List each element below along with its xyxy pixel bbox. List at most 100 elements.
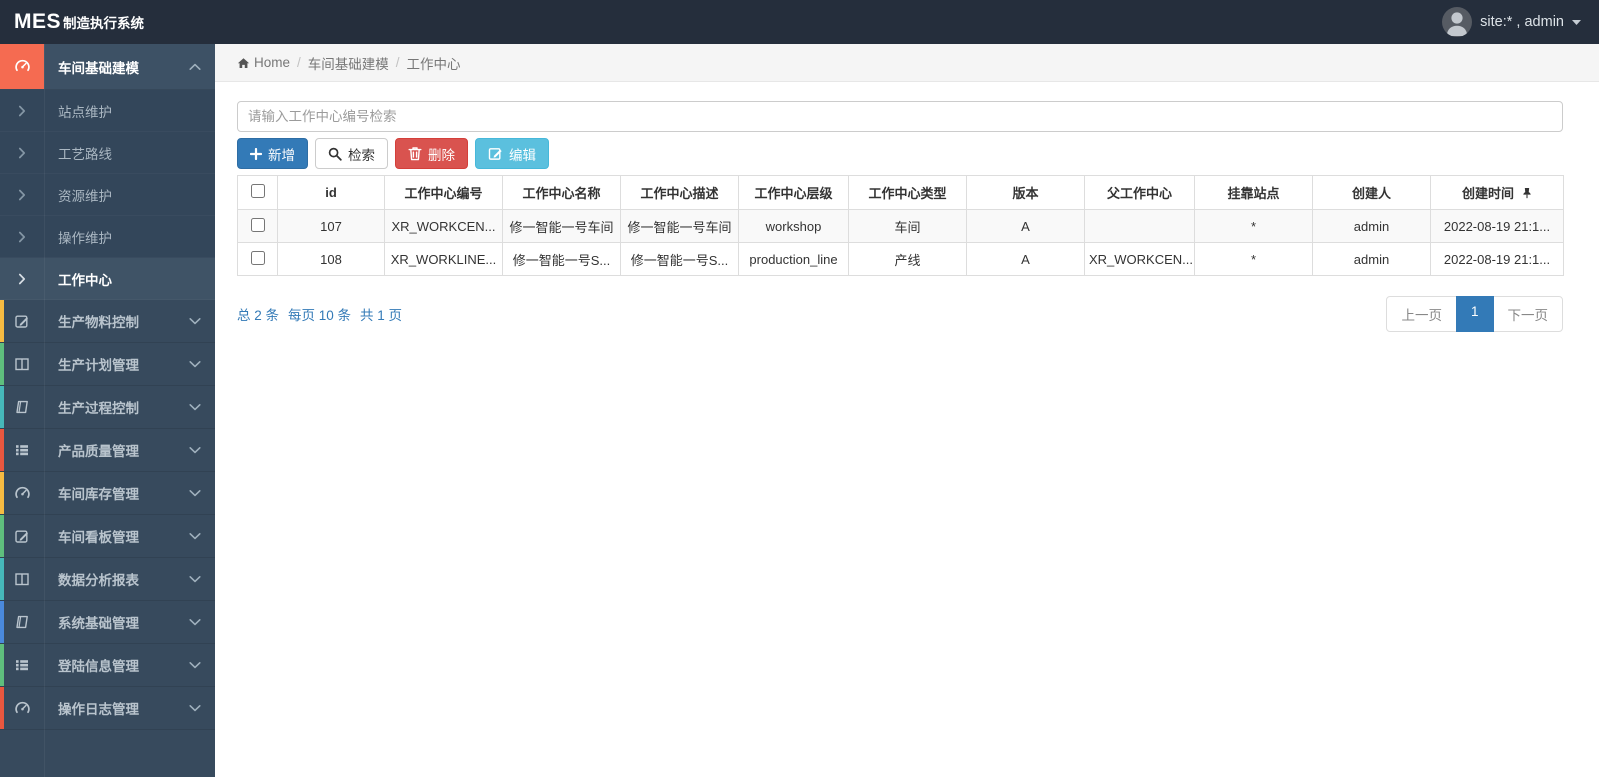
column-header-version: 版本	[966, 175, 1085, 210]
sidebar-item-product-quality-management[interactable]: 产品质量管理	[0, 429, 215, 472]
gauge-icon	[0, 700, 44, 717]
add-button[interactable]: 新增	[237, 138, 308, 169]
cell-type: 产线	[848, 242, 967, 276]
row-checkbox[interactable]	[250, 217, 265, 232]
cell-type: 车间	[848, 209, 967, 243]
sidebar-item-label: 生产物料控制	[58, 315, 139, 330]
column-header-parent-work-center: 父工作中心	[1084, 175, 1195, 210]
logo-main: MES	[14, 10, 62, 33]
home-icon	[237, 57, 250, 69]
chevron-down-icon	[189, 317, 201, 325]
angle-right-icon	[0, 273, 44, 285]
sidebar-item-label: 产品质量管理	[58, 444, 139, 459]
breadcrumb-home[interactable]: Home	[254, 55, 290, 70]
chevron-down-icon	[189, 403, 201, 411]
column-header-work-center-type: 工作中心类型	[848, 175, 967, 210]
app-logo[interactable]: MES 制造执行系统	[14, 10, 144, 34]
sidebar-item-label: 车间库存管理	[58, 487, 139, 502]
column-header-work-center-name: 工作中心名称	[502, 175, 621, 210]
columns-icon	[0, 356, 44, 372]
sidebar-item-data-analysis-report[interactable]: 数据分析报表	[0, 558, 215, 601]
column-header-work-center-desc: 工作中心描述	[620, 175, 739, 210]
gauge-icon	[0, 44, 44, 89]
delete-button[interactable]: 删除	[395, 138, 468, 169]
edit-button-label: 编辑	[509, 147, 536, 163]
table-header-row: id 工作中心编号 工作中心名称 工作中心描述 工作中心层级 工作中心类型 版本…	[237, 175, 1564, 210]
sidebar-item-workshop-basic-modeling[interactable]: 车间基础建模	[0, 44, 215, 90]
chevron-down-icon	[189, 489, 201, 497]
sidebar-item-production-process-control[interactable]: 生产过程控制	[0, 386, 215, 429]
sidebar-subitem-operation-maintenance[interactable]: 操作维护	[0, 216, 215, 258]
next-page-button[interactable]: 下一页	[1492, 296, 1563, 332]
search-button-label: 检索	[348, 147, 375, 163]
breadcrumb-item-work-center: 工作中心	[406, 56, 461, 72]
sidebar-subitem-resource-maintenance[interactable]: 资源维护	[0, 174, 215, 216]
chevron-down-icon	[189, 532, 201, 540]
sidebar-item-label: 车间看板管理	[58, 530, 139, 545]
sidebar-subitem-work-center[interactable]: 工作中心	[0, 258, 215, 300]
page-1-button[interactable]: 1	[1455, 296, 1494, 332]
accent-strip	[0, 343, 4, 385]
angle-right-icon	[0, 231, 44, 243]
breadcrumb: Home / 车间基础建模 / 工作中心	[215, 44, 1599, 82]
sidebar-item-label: 生产过程控制	[58, 401, 139, 416]
sidebar-subitem-process-route[interactable]: 工艺路线	[0, 132, 215, 174]
book-icon	[0, 614, 44, 630]
cell-site: *	[1194, 209, 1313, 243]
row-checkbox[interactable]	[250, 250, 265, 265]
breadcrumb-separator: /	[395, 55, 400, 70]
pin-icon[interactable]	[1522, 187, 1532, 199]
sidebar-item-workshop-inventory-management[interactable]: 车间库存管理	[0, 472, 215, 515]
topbar: MES 制造执行系统 site:* , admin	[0, 0, 1599, 44]
prev-page-button[interactable]: 上一页	[1386, 296, 1457, 332]
cell-create-time: 2022-08-19 21:1...	[1430, 242, 1564, 276]
chevron-down-icon	[189, 618, 201, 626]
chevron-down-icon	[189, 661, 201, 669]
cell-id: 108	[277, 242, 385, 276]
sidebar-subitem-label: 站点维护	[58, 104, 112, 120]
sidebar-subitem-label: 操作维护	[58, 230, 112, 246]
table-row[interactable]: 108 XR_WORKLINE... 修一智能一号S... 修一智能一号S...…	[237, 242, 1564, 276]
page-count: 共 1 页	[360, 308, 403, 323]
per-page-count: 每页 10 条	[288, 308, 352, 323]
cell-level: production_line	[738, 242, 849, 276]
avatar	[1442, 7, 1473, 37]
sidebar-item-label: 系统基础管理	[58, 616, 139, 631]
cell-parent: XR_WORKCEN...	[1084, 242, 1195, 276]
user-menu[interactable]: site:* , admin	[1442, 7, 1581, 37]
sidebar-item-production-material-control[interactable]: 生产物料控制	[0, 300, 215, 343]
accent-strip	[0, 515, 4, 557]
cell-creator: admin	[1312, 209, 1431, 243]
sidebar-item-operation-log-management[interactable]: 操作日志管理	[0, 687, 215, 730]
search-icon	[328, 147, 342, 161]
accent-strip	[0, 300, 4, 342]
column-header-attached-site: 挂靠站点	[1194, 175, 1313, 210]
cell-level: workshop	[738, 209, 849, 243]
sidebar-subitem-label: 工艺路线	[58, 146, 112, 162]
sidebar-item-label: 数据分析报表	[58, 573, 139, 588]
sidebar-item-workshop-kanban-management[interactable]: 车间看板管理	[0, 515, 215, 558]
search-button[interactable]: 检索	[315, 138, 388, 169]
cell-desc: 修一智能一号车间	[620, 209, 739, 243]
select-all-checkbox[interactable]	[250, 184, 265, 198]
cell-code: XR_WORKCEN...	[384, 209, 503, 243]
caret-down-icon	[1572, 20, 1581, 25]
edit-button[interactable]: 编辑	[475, 138, 549, 169]
sidebar-item-login-info-management[interactable]: 登陆信息管理	[0, 644, 215, 687]
angle-right-icon	[0, 189, 44, 201]
angle-right-icon	[0, 147, 44, 159]
cell-version: A	[966, 242, 1085, 276]
sidebar-subitem-site-maintenance[interactable]: 站点维护	[0, 90, 215, 132]
chevron-up-icon	[189, 63, 201, 71]
table-row[interactable]: 107 XR_WORKCEN... 修一智能一号车间 修一智能一号车间 work…	[237, 209, 1564, 243]
list-icon	[0, 657, 44, 673]
chevron-down-icon	[189, 360, 201, 368]
sidebar-item-production-plan-management[interactable]: 生产计划管理	[0, 343, 215, 386]
main-content: Home / 车间基础建模 / 工作中心 新增 检索 删除 编辑	[215, 44, 1599, 777]
columns-icon	[0, 571, 44, 587]
search-input[interactable]	[237, 101, 1563, 132]
sidebar-item-system-basic-management[interactable]: 系统基础管理	[0, 601, 215, 644]
accent-strip	[0, 644, 4, 686]
pagination-summary: 总 2 条 每页 10 条 共 1 页	[237, 304, 402, 324]
logo-sub: 制造执行系统	[63, 16, 145, 31]
